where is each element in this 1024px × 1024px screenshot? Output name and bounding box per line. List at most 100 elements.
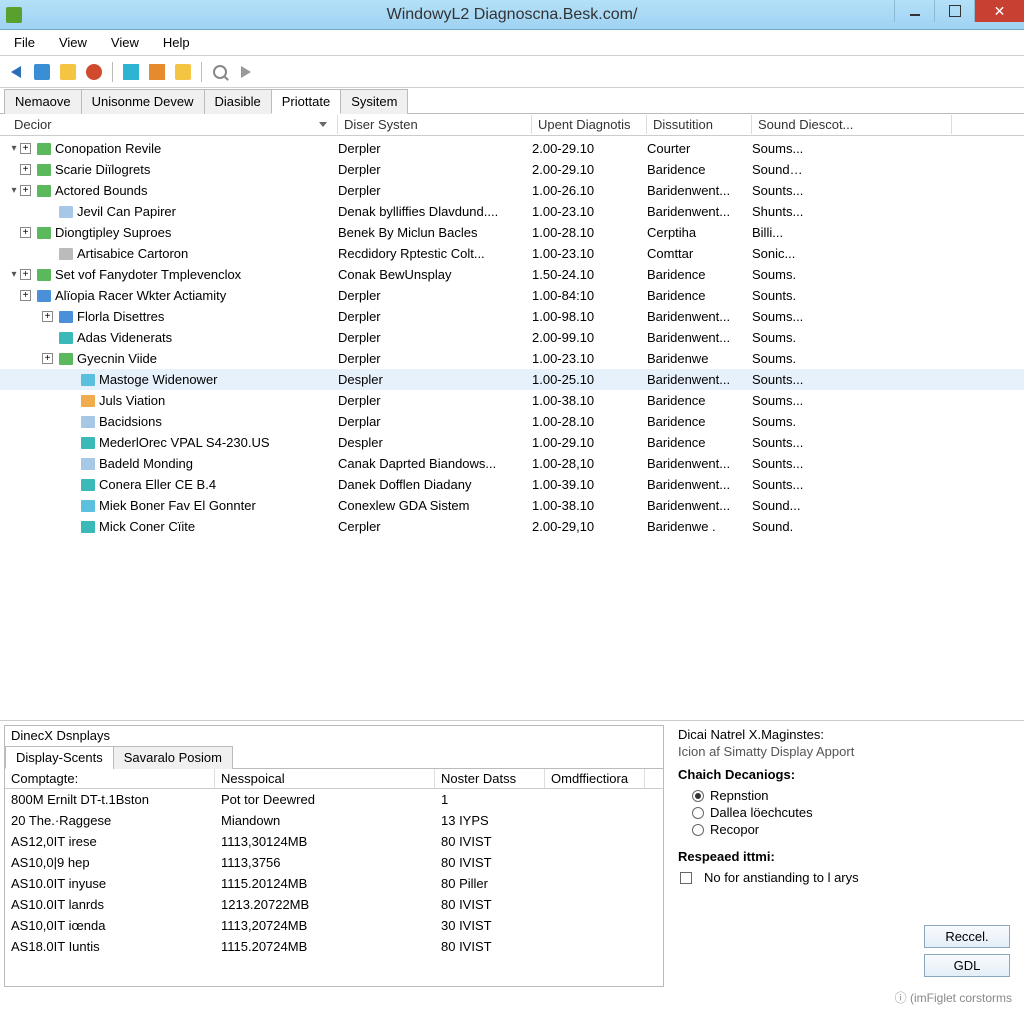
tree-cell: Recdidory Rptestic Colt... xyxy=(338,246,532,261)
titlebar: WindowyL2 Diagnoscna.Besk.com/ xyxy=(0,0,1024,30)
tree-row[interactable]: +Actored BoundsDerpler1.00-26.10Baridenw… xyxy=(0,180,1024,201)
grid-row[interactable]: AS12,0IT irese1113,30124MB80 IVIST xyxy=(5,831,663,852)
radio-icon[interactable] xyxy=(692,790,704,802)
menu-view[interactable]: View xyxy=(49,32,97,53)
grid-row[interactable]: AS10.0IT lanrds1213.20722MB80 IVIST xyxy=(5,894,663,915)
tree-label: Jevil Can Papirer xyxy=(77,204,176,219)
tree-cell: 2.00-29.10 xyxy=(532,162,647,177)
expand-icon[interactable]: + xyxy=(20,185,31,196)
maximize-button[interactable] xyxy=(934,0,974,22)
grid-col-roster[interactable]: Noster Datss xyxy=(435,769,545,788)
grid-row[interactable]: 20 The.·RaggeseMiandown13 IYPS xyxy=(5,810,663,831)
expand-icon[interactable]: + xyxy=(20,164,31,175)
tab-unisonme[interactable]: Unisonme Devew xyxy=(81,89,205,114)
tree-row[interactable]: Adas VideneratsDerpler2.00-99.10Baridenw… xyxy=(0,327,1024,348)
tree-row[interactable]: +Alïopia Racer Wkter ActiamityDerpler1.0… xyxy=(0,285,1024,306)
grid-row[interactable]: 800M Ernilt DT-t.1BstonPot tor Deewred1 xyxy=(5,789,663,810)
tree-row[interactable]: +Conopation RevileDerpler2.00-29.10Court… xyxy=(0,138,1024,159)
tree-row[interactable]: MederlOrec VPAL S4-230.USDespler1.00-29.… xyxy=(0,432,1024,453)
minimize-button[interactable] xyxy=(894,0,934,22)
tree-row[interactable]: +Gyecnin ViideDerpler1.00-23.10Baridenwe… xyxy=(0,348,1024,369)
menubar: File View View Help xyxy=(0,30,1024,56)
tree-row[interactable]: Miek Boner Fav El GonnterConexlew GDA Si… xyxy=(0,495,1024,516)
radio-icon[interactable] xyxy=(692,807,704,819)
tree-row[interactable]: Jevil Can PapirerDenak bylliffies Dlavdu… xyxy=(0,201,1024,222)
tree-cell: Soums... xyxy=(752,141,952,156)
grid-cell: 1113,3756 xyxy=(215,855,435,870)
sub-tab-display-scents[interactable]: Display-Scents xyxy=(5,746,114,769)
expand-icon[interactable]: + xyxy=(20,290,31,301)
dropdown-icon[interactable] xyxy=(319,122,327,127)
radio-icon[interactable] xyxy=(692,824,704,836)
tree-row[interactable]: Mick Coner CïiteCerpler2.00-29,10Bariden… xyxy=(0,516,1024,537)
forward-icon[interactable] xyxy=(236,62,256,82)
tab-diasible[interactable]: Diasible xyxy=(204,89,272,114)
search-icon[interactable] xyxy=(210,62,230,82)
checkbox-row[interactable]: No for anstianding to l arys xyxy=(680,870,1014,885)
sub-tab-savaralo[interactable]: Savaralo Posiom xyxy=(113,746,233,769)
tab-nemaove[interactable]: Nemaove xyxy=(4,89,82,114)
tree-cell: Danek Dofflen Diadany xyxy=(338,477,532,492)
tool-icon-2[interactable] xyxy=(58,62,78,82)
tree-row[interactable]: Artisabice Cartoron Recdidory Rptestic Co… xyxy=(0,243,1024,264)
grid-cell: 80 IVIST xyxy=(435,855,545,870)
close-button[interactable] xyxy=(974,0,1024,22)
tab-sysitem[interactable]: Sysitem xyxy=(340,89,408,114)
grid-col-comptagte[interactable]: Comptagte: xyxy=(5,769,215,788)
grid-row[interactable]: AS10.0IT inyuse1115.20124MB80 Piller xyxy=(5,873,663,894)
tree-row[interactable]: Juls ViationDerpler1.00-38.10BaridenceSo… xyxy=(0,390,1024,411)
tree-cell: Soums. xyxy=(752,414,952,429)
radio-option[interactable]: Repnstion xyxy=(692,788,1014,803)
reccel-button[interactable]: Reccel. xyxy=(924,925,1010,948)
grid-row[interactable]: AS10,0IT iœnda1113,20724MB30 IVIST xyxy=(5,915,663,936)
grid-col-nesspoical[interactable]: Nesspoical xyxy=(215,769,435,788)
back-icon[interactable] xyxy=(6,62,26,82)
tree-cell: Baridenwent... xyxy=(647,477,752,492)
tool-icon-3[interactable] xyxy=(84,62,104,82)
radio-option[interactable]: Recopor xyxy=(692,822,1014,837)
col-header-dissutition[interactable]: Dissutition xyxy=(647,115,752,134)
column-headers: Decior Diser Systen Upent Diagnotis Diss… xyxy=(0,114,1024,136)
tree-row[interactable]: Badeld MondingCanak Daprted Biandows...1… xyxy=(0,453,1024,474)
expand-icon[interactable]: + xyxy=(42,353,53,364)
tree-row[interactable]: +Scarie DiïlogretsDerpler2.00-29.10Barid… xyxy=(0,159,1024,180)
col-header-diser[interactable]: Diser Systen xyxy=(338,115,532,134)
menu-file[interactable]: File xyxy=(4,32,45,53)
tree-view[interactable]: +Conopation RevileDerpler2.00-29.10Court… xyxy=(0,136,1024,721)
tree-row[interactable]: Mastoge WidenowerDespler1.00-25.10Baride… xyxy=(0,369,1024,390)
expand-icon[interactable]: + xyxy=(20,269,31,280)
tree-cell: Baridence xyxy=(647,435,752,450)
grid-row[interactable]: AS18.0IT Iuntis1115.20724MB80 IVIST xyxy=(5,936,663,957)
tree-row[interactable]: BacidsionsDerplar1.00-28.10BaridenceSoum… xyxy=(0,411,1024,432)
grid-row[interactable]: AS10,0|9 hep1113,375680 IVIST xyxy=(5,852,663,873)
tree-cell: Baridenwe . xyxy=(647,519,752,534)
tool-icon-5[interactable] xyxy=(147,62,167,82)
grid-col-omd[interactable]: Omdffiectiora xyxy=(545,769,645,788)
tree-cell: 1.00-25.10 xyxy=(532,372,647,387)
folder-icon xyxy=(59,332,73,344)
expand-icon[interactable]: + xyxy=(20,143,31,154)
expand-icon[interactable]: + xyxy=(20,227,31,238)
grid-body[interactable]: 800M Ernilt DT-t.1BstonPot tor Deewred12… xyxy=(5,789,663,957)
tree-row[interactable]: +Florla DisettresDerpler1.00-98.10Baride… xyxy=(0,306,1024,327)
gdl-button[interactable]: GDL xyxy=(924,954,1010,977)
radio-option[interactable]: Dallea löechcutes xyxy=(692,805,1014,820)
col-header-sound[interactable]: Sound Diescot... xyxy=(752,115,952,134)
tree-row[interactable]: Conera Eller CE B.4Danek Dofflen Diadany… xyxy=(0,474,1024,495)
tree-row[interactable]: +Diongtipley SuproesBenek By Miclun Bacl… xyxy=(0,222,1024,243)
tree-cell: 1.00-28,10 xyxy=(532,456,647,471)
menu-help[interactable]: Help xyxy=(153,32,200,53)
tree-row[interactable]: +Set vof Fanydoter TmplevencloxConak Bew… xyxy=(0,264,1024,285)
tree-label: Artisabice Cartoron xyxy=(77,246,188,261)
col-header-decior[interactable]: Decior xyxy=(8,115,338,134)
menu-view-2[interactable]: View xyxy=(101,32,149,53)
tool-icon-4[interactable] xyxy=(121,62,141,82)
expand-icon[interactable]: + xyxy=(42,311,53,322)
col-header-upent[interactable]: Upent Diagnotis xyxy=(532,115,647,134)
tab-priottate[interactable]: Priottate xyxy=(271,89,341,114)
tool-icon-6[interactable] xyxy=(173,62,193,82)
checkbox-icon[interactable] xyxy=(680,872,692,884)
tool-icon-1[interactable] xyxy=(32,62,52,82)
tree-cell: Baridenwent... xyxy=(647,372,752,387)
tree-cell: Sound... xyxy=(752,498,952,513)
